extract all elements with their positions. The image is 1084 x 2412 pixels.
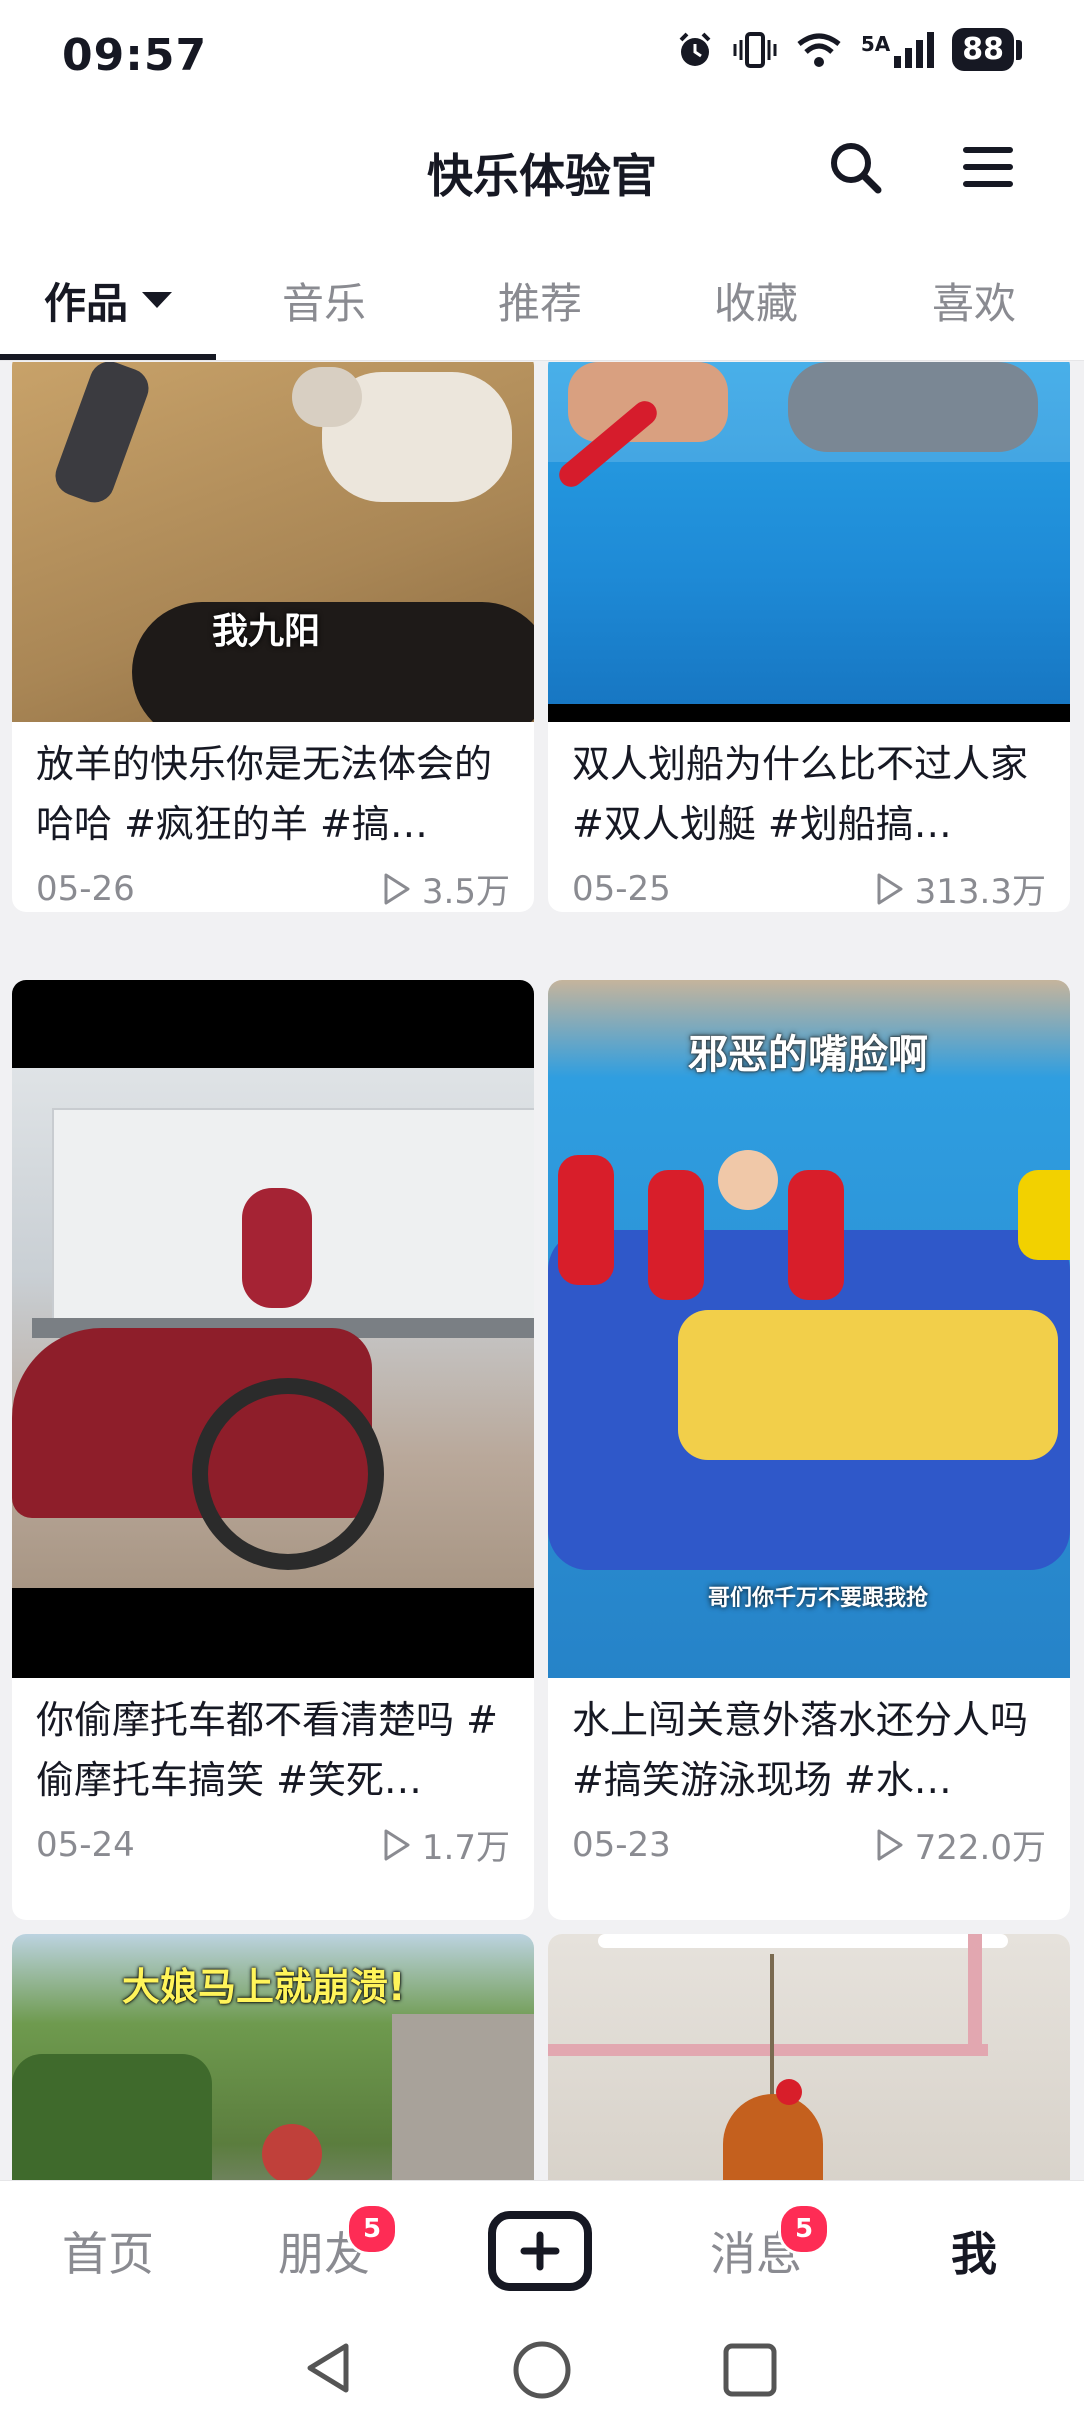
video-caption: 双人划船为什么比不过人家 #双人划艇 #划船搞… (572, 742, 1029, 846)
video-date: 05-23 (572, 1824, 671, 1865)
video-card[interactable]: 邪恶的嘴脸啊 哥们你千万不要跟我抢 水上闯关意外落水还分人吗 #搞笑游泳现场 #… (548, 980, 1070, 1920)
video-thumbnail (12, 980, 534, 1678)
video-caption: 放羊的快乐你是无法体会的哈哈 #疯狂的羊 #搞… (36, 742, 493, 846)
tab-likes[interactable]: 喜欢 (864, 240, 1084, 360)
video-grid: 我九阳 放羊的快乐你是无法体会的哈哈 #疯狂的羊 #搞… 05-26 3.5万 … (0, 362, 1084, 2180)
tab-recommend[interactable]: 推荐 (432, 240, 648, 360)
play-icon (384, 873, 410, 904)
recents-icon[interactable] (722, 2342, 778, 2398)
signal-icon: 5A (860, 31, 935, 68)
tab-likes-label: 喜欢 (931, 278, 1016, 328)
video-thumbnail (548, 1934, 1070, 2180)
video-card[interactable]: 你偷摩托车都不看清楚吗 #偷摩托车搞笑 #笑死… 05-24 1.7万 (12, 980, 534, 1920)
video-thumbnail (548, 362, 1070, 722)
back-icon[interactable] (300, 2340, 356, 2396)
video-date: 05-25 (572, 868, 671, 909)
search-icon[interactable] (826, 138, 886, 198)
friends-badge: 5 (346, 2203, 398, 2255)
nav-friends[interactable]: 朋友 5 (216, 2181, 432, 2321)
status-icons: 5A 88 (675, 28, 1022, 71)
video-thumbnail: 大娘马上就崩溃! (12, 1934, 534, 2180)
video-card[interactable]: 大娘马上就崩溃! (12, 1934, 534, 2180)
video-thumbnail: 我九阳 (12, 362, 534, 722)
video-play-count: 3.5万 (421, 872, 510, 912)
tab-works-label: 作品 (43, 278, 128, 328)
nav-me-label: 我 (951, 2227, 997, 2281)
tab-works[interactable]: 作品 (0, 240, 216, 360)
play-icon (877, 873, 903, 904)
video-overlay-subtitle: 哥们你千万不要跟我抢 (708, 1586, 929, 1611)
tab-favorites[interactable]: 收藏 (648, 240, 864, 360)
video-play-count: 1.7万 (421, 1828, 510, 1868)
status-time: 09:57 (62, 30, 208, 81)
system-navigation-bar (0, 2320, 1084, 2412)
messages-badge: 5 (778, 2203, 830, 2255)
video-overlay-text: 我九阳 (212, 611, 321, 652)
network-type: 5A (860, 31, 891, 56)
status-bar: 09:57 5A 88 (0, 0, 1084, 110)
tab-music[interactable]: 音乐 (216, 240, 432, 360)
battery-level: 88 (952, 28, 1014, 71)
bottom-nav: 首页 朋友 5 消息 5 我 (0, 2180, 1084, 2321)
video-caption: 水上闯关意外落水还分人吗 #搞笑游泳现场 #水… (572, 1698, 1029, 1802)
plus-icon (520, 2231, 560, 2271)
video-thumbnail: 邪恶的嘴脸啊 哥们你千万不要跟我抢 (548, 980, 1070, 1678)
video-play-count: 313.3万 (914, 872, 1046, 912)
caret-down-icon (142, 292, 172, 308)
video-meta: 05-26 3.5万 (36, 864, 510, 913)
video-meta: 05-25 313.3万 (572, 864, 1046, 913)
create-button[interactable] (488, 2211, 592, 2291)
play-icon (877, 1829, 903, 1860)
video-caption: 你偷摩托车都不看清楚吗 #偷摩托车搞笑 #笑死… (36, 1698, 498, 1802)
wifi-icon (797, 33, 841, 67)
nav-messages[interactable]: 消息 5 (648, 2181, 864, 2321)
tab-active-indicator (0, 354, 216, 360)
menu-icon[interactable] (960, 142, 1016, 192)
video-date: 05-26 (36, 868, 135, 909)
video-play-count: 722.0万 (914, 1828, 1046, 1868)
play-icon (384, 1829, 410, 1860)
tab-recommend-label: 推荐 (497, 278, 582, 328)
nav-me[interactable]: 我 (864, 2181, 1084, 2321)
nav-home[interactable]: 首页 (0, 2181, 216, 2321)
video-card[interactable] (548, 1934, 1070, 2180)
alarm-icon (679, 32, 711, 66)
vibrate-icon (733, 31, 777, 68)
video-meta: 05-24 1.7万 (36, 1820, 510, 1869)
battery-indicator: 88 (952, 28, 1022, 71)
video-card[interactable]: 双人划船为什么比不过人家 #双人划艇 #划船搞… 05-25 313.3万 (548, 362, 1070, 912)
profile-tabs: 作品 音乐 推荐 收藏 喜欢 (0, 240, 1084, 361)
home-circle-icon[interactable] (512, 2340, 572, 2400)
video-card[interactable]: 我九阳 放羊的快乐你是无法体会的哈哈 #疯狂的羊 #搞… 05-26 3.5万 (12, 362, 534, 912)
video-meta: 05-23 722.0万 (572, 1820, 1046, 1869)
video-overlay-text: 大娘马上就崩溃! (122, 1965, 406, 2009)
tab-favorites-label: 收藏 (713, 278, 798, 328)
video-overlay-text: 邪恶的嘴脸啊 (688, 1032, 928, 1078)
video-date: 05-24 (36, 1824, 135, 1865)
nav-home-label: 首页 (62, 2227, 154, 2281)
page-title: 快乐体验官 (427, 149, 657, 203)
profile-header: 快乐体验官 (0, 110, 1084, 240)
tab-music-label: 音乐 (281, 278, 366, 328)
